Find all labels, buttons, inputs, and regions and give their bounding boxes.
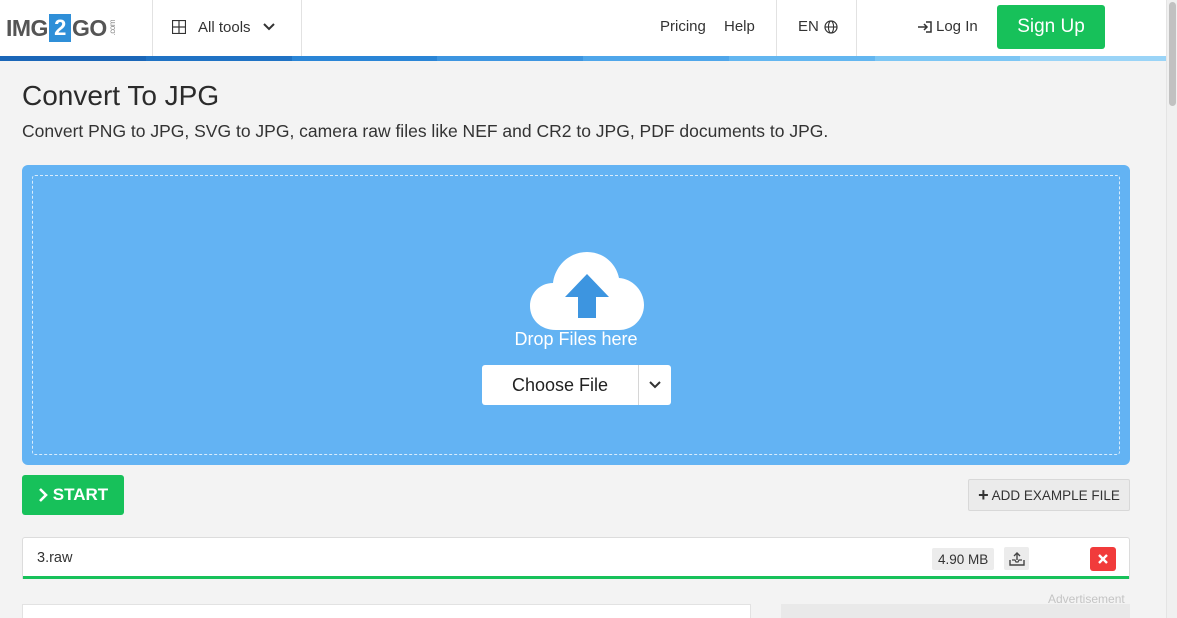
logo-part-img: IMG bbox=[6, 14, 48, 41]
options-panel bbox=[22, 604, 751, 618]
language-label: EN bbox=[798, 18, 819, 35]
cloud-upload-icon bbox=[530, 252, 644, 330]
file-dropzone[interactable]: Drop Files here Choose File bbox=[22, 165, 1130, 465]
file-size-badge: 4.90 MB bbox=[932, 548, 995, 570]
sign-in-icon bbox=[918, 20, 932, 33]
all-tools-label: All tools bbox=[198, 18, 251, 36]
header-divider bbox=[856, 0, 857, 56]
pricing-link[interactable]: Pricing bbox=[660, 18, 706, 35]
close-icon bbox=[1098, 554, 1108, 564]
delete-file-button[interactable] bbox=[1090, 547, 1116, 571]
login-label: Log In bbox=[936, 18, 978, 35]
grid-icon bbox=[172, 20, 186, 34]
file-list-item: 3.raw 4.90 MB bbox=[22, 537, 1130, 579]
color-stripe-segment bbox=[1020, 56, 1166, 61]
all-tools-menu[interactable]: All tools bbox=[172, 16, 275, 38]
file-settings-button[interactable] bbox=[1004, 547, 1029, 570]
header-divider bbox=[776, 0, 777, 56]
scrollbar-thumb[interactable] bbox=[1169, 2, 1176, 106]
color-stripe-segment bbox=[583, 56, 729, 61]
header-divider bbox=[152, 0, 153, 56]
choose-source-dropdown[interactable] bbox=[639, 365, 671, 405]
choose-file-button[interactable]: Choose File bbox=[482, 365, 639, 405]
color-stripe-segment bbox=[728, 56, 875, 61]
header-color-stripe bbox=[0, 56, 1166, 61]
chevron-right-icon bbox=[38, 488, 48, 502]
header-divider bbox=[301, 0, 302, 56]
signup-button[interactable]: Sign Up bbox=[997, 5, 1105, 49]
file-name: 3.raw bbox=[37, 550, 73, 566]
logo-suffix: .com bbox=[107, 20, 117, 36]
color-stripe-segment bbox=[0, 56, 146, 61]
ad-slot bbox=[781, 604, 1130, 618]
start-label: START bbox=[52, 485, 109, 504]
logo-part-go: GO bbox=[71, 14, 107, 41]
choose-file-control[interactable]: Choose File bbox=[482, 365, 671, 405]
page-title: Convert To JPG bbox=[22, 80, 220, 111]
top-header: IMG 2 GO .com All tools Pricing Help EN Log… bbox=[0, 0, 1166, 56]
color-stripe-segment bbox=[291, 56, 438, 61]
upload-tray-icon bbox=[1008, 551, 1025, 566]
drop-files-text: Drop Files here bbox=[514, 329, 638, 349]
color-stripe-segment bbox=[874, 56, 1021, 61]
dropzone-dashed-area[interactable]: Drop Files here Choose File bbox=[32, 175, 1120, 455]
page-subtitle: Convert PNG to JPG, SVG to JPG, camera r… bbox=[22, 121, 829, 141]
chevron-down-icon bbox=[262, 23, 275, 31]
color-stripe-segment bbox=[145, 56, 292, 61]
upload-progress-bar bbox=[23, 576, 1129, 579]
plus-icon: + bbox=[978, 485, 989, 505]
start-button[interactable]: START bbox=[22, 475, 124, 515]
logo-part-two: 2 bbox=[48, 14, 71, 42]
page-scrollbar[interactable] bbox=[1166, 0, 1177, 618]
img2go-logo[interactable]: IMG 2 GO .com bbox=[6, 14, 117, 42]
help-link[interactable]: Help bbox=[724, 18, 755, 35]
add-example-file-button[interactable]: + ADD EXAMPLE FILE bbox=[968, 479, 1130, 511]
add-example-label: ADD EXAMPLE FILE bbox=[991, 487, 1120, 503]
chevron-down-icon bbox=[649, 381, 661, 389]
login-link[interactable]: Log In bbox=[917, 18, 978, 35]
language-selector[interactable]: EN bbox=[798, 18, 838, 35]
color-stripe-segment bbox=[437, 56, 583, 61]
globe-icon bbox=[824, 19, 838, 34]
